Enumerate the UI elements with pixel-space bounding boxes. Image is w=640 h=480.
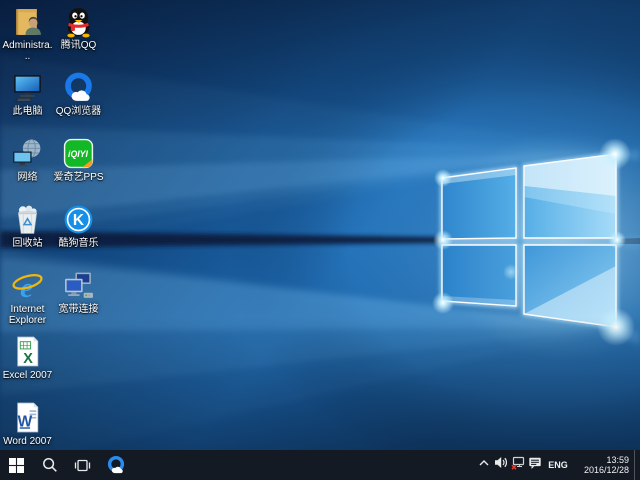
iqiyi-logo-text: iQIYI	[68, 149, 89, 159]
show-desktop-button[interactable]	[634, 450, 640, 480]
desktop-icon-label: Excel 2007	[3, 370, 52, 381]
clock[interactable]: 13:59 2016/12/28	[573, 455, 634, 475]
excel-icon: X	[11, 335, 44, 368]
language-indicator[interactable]: ENG	[543, 460, 573, 470]
desktop-icon-tencent-qq[interactable]: 腾讯QQ	[53, 3, 104, 69]
internet-explorer-icon: e	[11, 269, 44, 302]
search-button[interactable]	[33, 450, 66, 480]
clock-date: 2016/12/28	[573, 465, 629, 475]
desktop-icon-this-pc[interactable]: 此电脑	[2, 69, 53, 135]
icon-column-2: 腾讯QQ QQ浏览器	[53, 3, 104, 465]
task-view-icon	[74, 458, 91, 473]
desktop: Administra... 此电脑	[0, 0, 640, 480]
kugou-music-icon: K	[62, 203, 95, 236]
search-icon	[42, 457, 58, 473]
volume-button[interactable]	[492, 450, 509, 480]
word-icon: W	[11, 401, 44, 434]
qq-penguin-icon	[62, 5, 95, 38]
desktop-icon-grid: Administra... 此电脑	[2, 3, 104, 465]
desktop-icon-broadband-connection[interactable]: 宽带连接	[53, 267, 104, 333]
desktop-icon-recycle-bin[interactable]: 回收站	[2, 201, 53, 267]
desktop-icon-qq-browser[interactable]: QQ浏览器	[53, 69, 104, 135]
network-icon	[11, 137, 44, 170]
system-tray: ENG 13:59 2016/12/28	[475, 450, 640, 480]
desktop-icon-label: 此电脑	[13, 106, 43, 117]
desktop-icon-iqiyi-pps[interactable]: iQIYI 爱奇艺PPS	[53, 135, 104, 201]
desktop-icon-label: 酷狗音乐	[59, 238, 99, 249]
svg-text:K: K	[73, 212, 85, 229]
clock-time: 13:59	[573, 455, 629, 465]
tray-chevron-button[interactable]	[475, 450, 492, 480]
qq-browser-icon	[106, 455, 126, 475]
taskbar-qq-browser-button[interactable]	[99, 450, 132, 480]
qq-browser-icon	[62, 71, 95, 104]
desktop-icon-excel-2007[interactable]: X Excel 2007	[2, 333, 53, 399]
desktop-icon-label: 宽带连接	[59, 304, 99, 315]
broadband-connection-icon	[62, 269, 95, 302]
user-folder-icon	[11, 5, 44, 38]
network-status-button[interactable]	[509, 450, 526, 480]
action-center-button[interactable]	[526, 450, 543, 480]
desktop-icon-kugou-music[interactable]: K 酷狗音乐	[53, 201, 104, 267]
chevron-up-icon	[478, 456, 490, 474]
desktop-icon-label: Word 2007	[3, 436, 52, 447]
svg-text:X: X	[23, 351, 33, 367]
recycle-bin-icon	[11, 203, 44, 236]
windows-start-icon	[9, 458, 24, 473]
desktop-icon-administrator-folder[interactable]: Administra...	[2, 3, 53, 69]
desktop-icon-label: QQ浏览器	[56, 106, 102, 117]
desktop-icon-label: 爱奇艺PPS	[53, 172, 103, 183]
taskbar: ENG 13:59 2016/12/28	[0, 450, 640, 480]
desktop-icon-internet-explorer[interactable]: e Internet Explorer	[2, 267, 53, 333]
action-center-icon	[528, 456, 542, 475]
start-button[interactable]	[0, 450, 33, 480]
network-disconnected-icon	[511, 456, 525, 475]
desktop-icon-label: Administra...	[2, 40, 53, 62]
icon-column-1: Administra... 此电脑	[2, 3, 53, 465]
desktop-icon-label: Internet Explorer	[2, 304, 53, 326]
desktop-icon-label: 网络	[18, 172, 38, 183]
this-pc-icon	[11, 71, 44, 104]
volume-icon	[494, 456, 508, 474]
iqiyi-pps-icon: iQIYI	[62, 137, 95, 170]
desktop-icon-network[interactable]: 网络	[2, 135, 53, 201]
desktop-icon-label: 腾讯QQ	[61, 40, 97, 51]
desktop-icon-label: 回收站	[13, 238, 43, 249]
task-view-button[interactable]	[66, 450, 99, 480]
